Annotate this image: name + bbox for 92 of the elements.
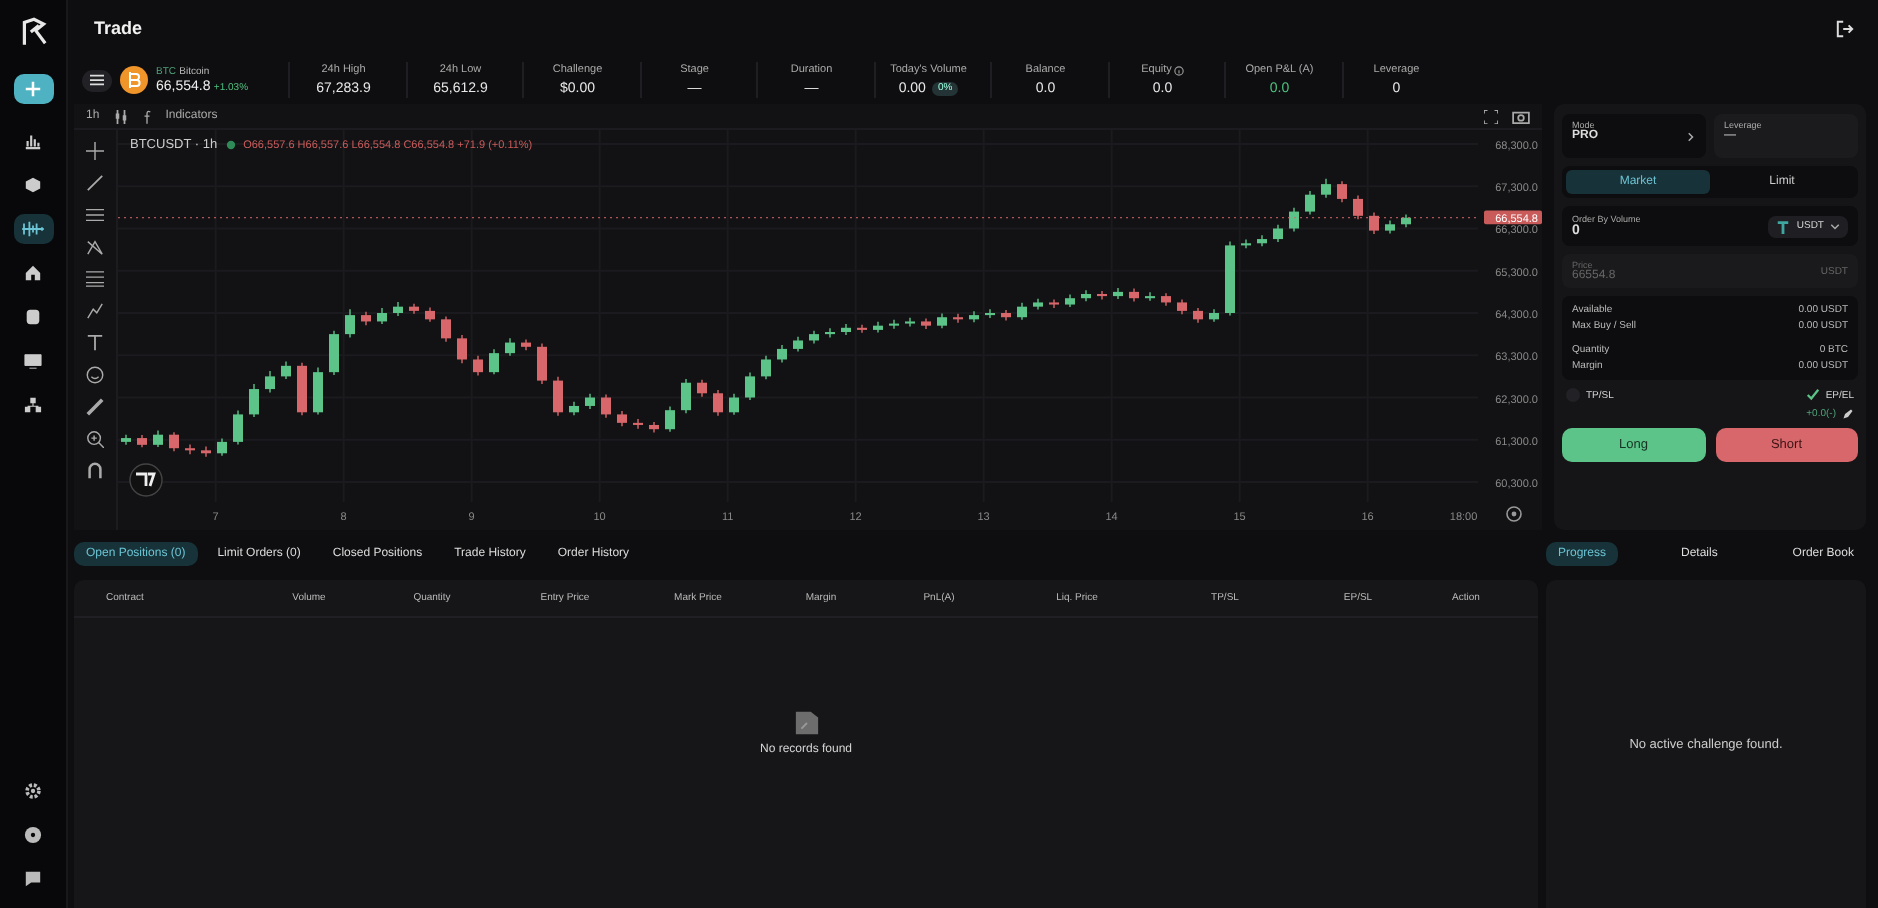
candlestick bbox=[169, 431, 179, 452]
candlestick bbox=[713, 389, 723, 417]
candlestick bbox=[265, 370, 275, 394]
fibonacci-icon[interactable] bbox=[86, 270, 104, 288]
help-icon[interactable] bbox=[24, 826, 42, 844]
candlestick bbox=[1289, 207, 1299, 233]
candlestick bbox=[473, 354, 483, 377]
chat-icon[interactable] bbox=[24, 870, 42, 888]
candlestick bbox=[1321, 177, 1331, 199]
candlestick bbox=[1305, 190, 1315, 216]
text-tool-icon[interactable] bbox=[86, 334, 104, 352]
candlestick bbox=[489, 348, 499, 375]
menu-button[interactable] bbox=[82, 69, 112, 91]
zoom-icon[interactable] bbox=[86, 430, 104, 448]
function-icon[interactable] bbox=[141, 109, 152, 123]
logout-icon[interactable] bbox=[1836, 19, 1854, 37]
home-icon[interactable] bbox=[24, 264, 42, 282]
plus-icon bbox=[24, 80, 42, 98]
candlestick bbox=[1113, 287, 1123, 300]
candlestick bbox=[857, 324, 867, 334]
candlestick bbox=[1049, 298, 1059, 309]
candlestick bbox=[953, 313, 963, 324]
candlestick bbox=[1145, 291, 1155, 302]
candlestick bbox=[345, 308, 355, 339]
crosshair-icon[interactable] bbox=[86, 142, 104, 160]
candlestick bbox=[745, 371, 755, 401]
candlestick bbox=[665, 405, 675, 433]
nav-button[interactable] bbox=[13, 74, 53, 104]
info-icon bbox=[1173, 66, 1184, 76]
candlestick bbox=[201, 445, 211, 458]
nav-button[interactable] bbox=[13, 214, 53, 244]
candlestick bbox=[329, 330, 339, 376]
database-icon[interactable] bbox=[24, 308, 42, 326]
settings-icon[interactable] bbox=[24, 782, 42, 800]
edit-icon[interactable] bbox=[1842, 408, 1854, 420]
brush-icon[interactable] bbox=[86, 302, 104, 320]
lines-icon[interactable] bbox=[86, 206, 104, 224]
fullscreen-icon[interactable] bbox=[1484, 109, 1498, 123]
candlestick bbox=[985, 308, 995, 319]
candlestick bbox=[537, 342, 547, 385]
bitcoin-icon bbox=[120, 66, 148, 94]
bar-chart-icon[interactable] bbox=[24, 132, 42, 150]
check-icon bbox=[1805, 388, 1820, 402]
candlestick bbox=[441, 315, 451, 343]
page-title: Trade bbox=[94, 18, 143, 38]
candlestick bbox=[297, 362, 307, 416]
camera-icon[interactable] bbox=[1512, 109, 1530, 123]
candlestick bbox=[841, 323, 851, 336]
candlestick bbox=[601, 393, 611, 419]
ruler-icon[interactable] bbox=[86, 398, 104, 416]
candles-icon[interactable] bbox=[113, 109, 128, 123]
status-dot-icon bbox=[225, 140, 236, 150]
candlestick bbox=[233, 409, 243, 446]
chevron-right-icon bbox=[1688, 132, 1694, 142]
epel-checkbox[interactable] bbox=[1805, 388, 1820, 402]
candlestick bbox=[457, 334, 467, 364]
settings-icon[interactable] bbox=[1506, 506, 1522, 522]
candles-icon bbox=[22, 220, 44, 238]
candlestick bbox=[553, 376, 563, 417]
candlestick bbox=[905, 316, 915, 328]
candlestick bbox=[681, 378, 691, 414]
candlestick bbox=[649, 421, 659, 434]
magnet-icon[interactable] bbox=[86, 462, 104, 480]
candlestick bbox=[249, 383, 259, 418]
candlestick bbox=[633, 418, 643, 430]
candlestick bbox=[313, 366, 323, 416]
menu-icon bbox=[90, 74, 104, 86]
network-icon[interactable] bbox=[24, 396, 42, 414]
candlestick bbox=[1097, 290, 1107, 301]
cube-icon[interactable] bbox=[24, 176, 42, 194]
candlestick bbox=[1001, 309, 1011, 322]
candlestick bbox=[1337, 180, 1347, 203]
candlestick bbox=[185, 443, 195, 455]
candlestick bbox=[969, 310, 979, 323]
chevron-down-icon bbox=[1830, 223, 1840, 229]
candlestick bbox=[1257, 234, 1267, 247]
smiley-icon[interactable] bbox=[86, 366, 104, 384]
monitor-icon[interactable] bbox=[24, 352, 42, 370]
candlestick bbox=[1241, 238, 1251, 250]
candlestick bbox=[761, 354, 771, 381]
candlestick bbox=[889, 319, 899, 330]
trend-line-icon[interactable] bbox=[86, 174, 104, 192]
tradingview-logo-icon bbox=[129, 463, 163, 497]
tether-icon bbox=[1776, 219, 1791, 233]
pattern-icon[interactable] bbox=[86, 238, 104, 256]
candlestick bbox=[825, 327, 835, 339]
candlestick bbox=[1353, 194, 1363, 220]
candlestick bbox=[1081, 289, 1091, 302]
candlestick bbox=[729, 393, 739, 416]
empty-folder-icon bbox=[793, 710, 819, 736]
logo-icon bbox=[17, 16, 49, 48]
candlestick bbox=[1369, 211, 1379, 235]
